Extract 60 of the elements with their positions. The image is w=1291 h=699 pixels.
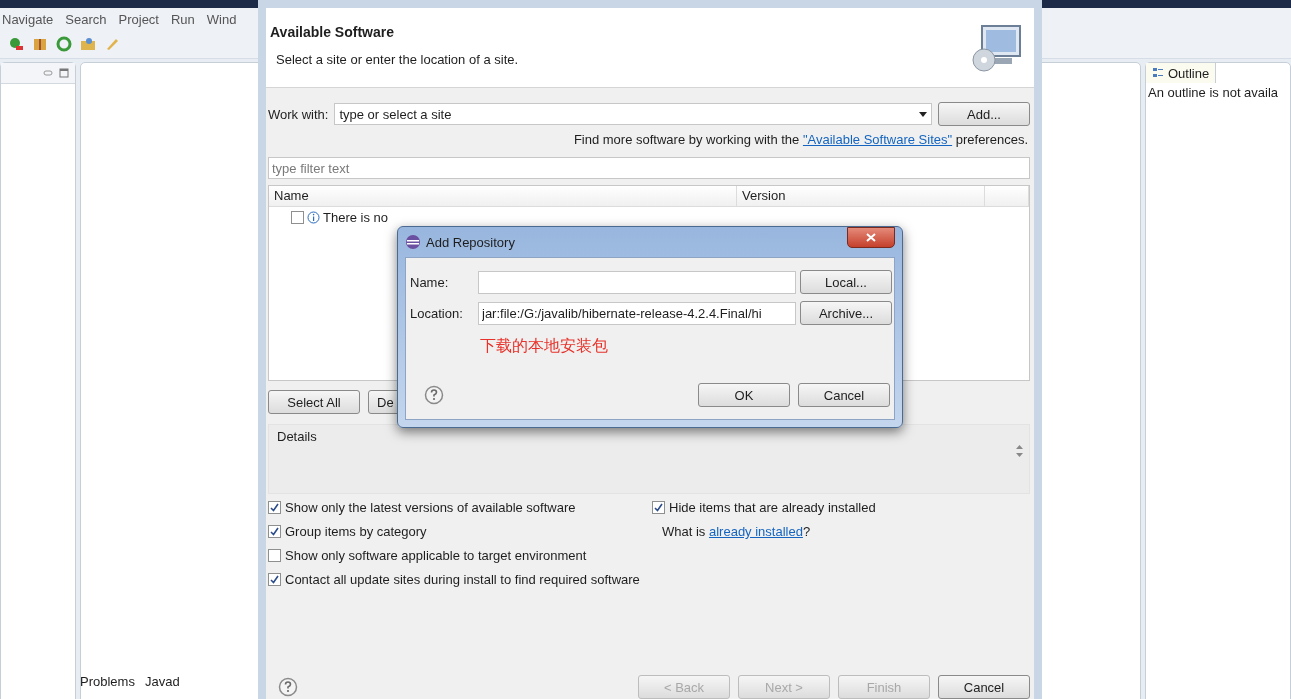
- filter-field[interactable]: type filter text: [268, 157, 1030, 179]
- menu-item[interactable]: Run: [171, 11, 195, 27]
- close-icon: [866, 233, 876, 242]
- monitor-icon: [970, 24, 1022, 74]
- dialog-button[interactable]: Cancel: [798, 383, 890, 407]
- site-dropdown[interactable]: type or select a site: [334, 103, 932, 125]
- menu-item[interactable]: Search: [65, 11, 107, 27]
- sites-link[interactable]: "Available Software Sites": [802, 132, 953, 147]
- dialog-button[interactable]: OK: [698, 383, 790, 407]
- run-icon[interactable]: [8, 36, 24, 52]
- menu-item[interactable]: Navigate: [2, 11, 54, 27]
- view-tab[interactable]: Javad: [144, 674, 180, 689]
- info-text: What is already installed?: [662, 524, 811, 539]
- field-label: Location:: [410, 305, 464, 321]
- menu-item[interactable]: Project: [118, 11, 159, 27]
- annotation-text: 下载的本地安装包: [480, 336, 609, 356]
- dialog-subtitle: Select a site or enter the location of a site.: [275, 52, 519, 67]
- info-text: Find more software by working with the "Available Software Sites" preferences.: [573, 132, 1029, 147]
- help-icon[interactable]: [424, 385, 444, 405]
- field-label: Work with:: [268, 106, 329, 122]
- wizard-button[interactable]: Cancel: [938, 675, 1030, 699]
- option-label: Show only software applicable to target environment: [285, 548, 587, 563]
- checkbox[interactable]: [268, 501, 281, 514]
- checkbox[interactable]: [652, 501, 665, 514]
- help-icon[interactable]: [278, 677, 298, 697]
- spinner-icon[interactable]: [1016, 445, 1023, 457]
- folder-icon[interactable]: [80, 36, 96, 52]
- dialog-heading: Available Software: [270, 24, 395, 40]
- add-button[interactable]: Add...: [938, 102, 1030, 126]
- checkbox[interactable]: [291, 211, 304, 224]
- close-button[interactable]: [847, 227, 895, 248]
- name-field[interactable]: [478, 270, 796, 294]
- package-icon[interactable]: [32, 36, 48, 52]
- dialog-title: Add Repository: [426, 234, 515, 250]
- column-header[interactable]: Version: [737, 186, 985, 206]
- outline-icon: [1152, 67, 1164, 79]
- info-icon: [307, 211, 320, 224]
- column-header[interactable]: Name: [269, 186, 737, 206]
- view-tab[interactable]: Problems: [80, 674, 135, 689]
- outline-tab[interactable]: Outline: [1146, 63, 1217, 83]
- installed-link[interactable]: already installed: [708, 524, 803, 539]
- checkbox[interactable]: [268, 573, 281, 586]
- option-label: Show only the latest versions of available software: [285, 500, 576, 515]
- outline-message: An outline is not availa: [1147, 84, 1280, 102]
- checkbox[interactable]: [268, 549, 281, 562]
- local-button[interactable]: Local...: [800, 270, 892, 294]
- option-label: Hide items that are already installed: [669, 500, 876, 515]
- option-label: Group items by category: [285, 524, 427, 539]
- refresh-icon[interactable]: [56, 36, 72, 52]
- checkbox[interactable]: [268, 525, 281, 538]
- archive-button[interactable]: Archive...: [800, 301, 892, 325]
- option-label: Contact all update sites during install to find required software: [285, 572, 640, 587]
- location-field[interactable]: jar:file:/G:/javalib/hibernate-release-4.2.4.Final/hi: [478, 301, 796, 325]
- field-label: Name:: [410, 274, 450, 290]
- dropdown-arrow-icon: [919, 111, 927, 117]
- maximize-icon[interactable]: [59, 68, 69, 78]
- menu-item[interactable]: Wind: [206, 11, 237, 27]
- tree-item[interactable]: There is no: [323, 210, 389, 225]
- details-title: Details: [277, 429, 317, 444]
- selection-button[interactable]: Select All: [268, 390, 360, 414]
